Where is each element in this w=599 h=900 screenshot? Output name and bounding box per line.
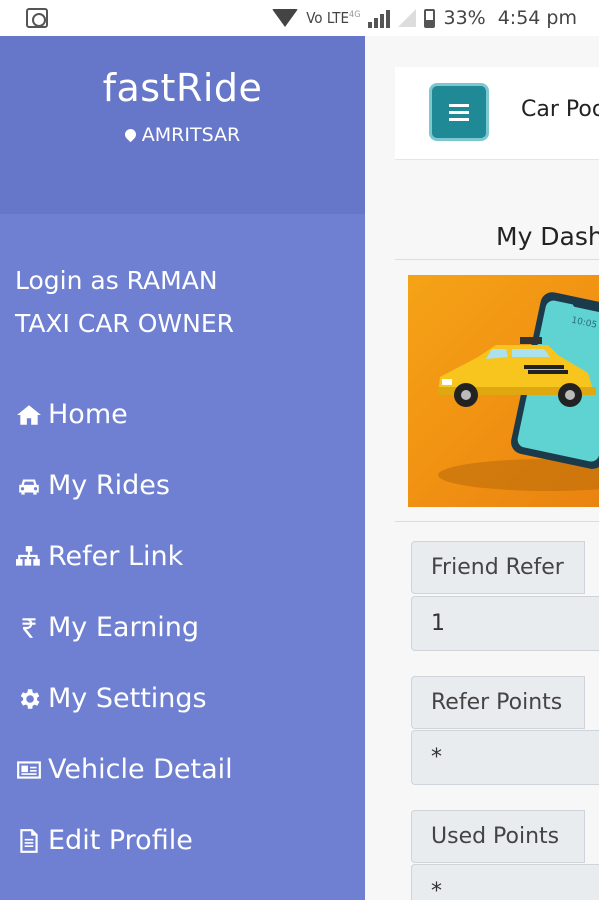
clock: 4:54 pm (497, 7, 577, 29)
dashboard-title: My Dashboard (496, 222, 599, 251)
divider (395, 259, 599, 260)
sidebar-item-my-rides[interactable]: My Rides (0, 450, 365, 521)
login-user: Login as RAMAN (15, 266, 218, 295)
brand-logo: fastRide (102, 66, 263, 110)
location-label: AMRITSAR (141, 124, 241, 146)
sidebar-item-label: Refer Link (48, 541, 184, 572)
sidebar-item-my-earning[interactable]: My Earning (0, 592, 365, 663)
login-info: Login as RAMAN TAXI CAR OWNER (0, 259, 365, 345)
sidebar-item-edit-profile[interactable]: Edit Profile (0, 805, 365, 876)
divider (395, 521, 599, 522)
menu-toggle-button[interactable] (429, 83, 489, 141)
sidebar-item-label: Edit Profile (48, 825, 193, 856)
hamburger-icon (449, 103, 469, 107)
sidebar-item-vehicle-detail[interactable]: Vehicle Detail (0, 734, 365, 805)
volte-indicator: Vo LTE4G (306, 9, 361, 27)
sitemap-icon (14, 542, 44, 572)
sidebar-item-label: My Earning (48, 612, 199, 643)
battery-level: 33% (443, 7, 486, 29)
sidebar-item-refer-link[interactable]: Refer Link (0, 521, 365, 592)
notification-icon (26, 8, 48, 28)
sidebar: fastRide AMRITSAR Login as RAMAN TAXI CA… (0, 36, 365, 900)
car-icon (14, 471, 44, 501)
friend-refer-label: Friend Refer (411, 541, 585, 594)
refer-points-label: Refer Points (411, 676, 585, 729)
sidebar-nav: Home My Rides Refer Link My Earning My S… (0, 379, 365, 876)
header-title: Car Pooling (521, 97, 599, 122)
refer-points-value: * (411, 730, 599, 785)
used-points-value: * (411, 864, 599, 900)
status-bar: Vo LTE4G 33% 4:54 pm (0, 0, 599, 36)
login-role: TAXI CAR OWNER (15, 309, 235, 338)
main-content: Car Pooling My Dashboard 10:05 (365, 36, 599, 900)
sidebar-item-label: My Rides (48, 470, 170, 501)
used-points-label: Used Points (411, 810, 585, 863)
sidebar-item-home[interactable]: Home (0, 379, 365, 450)
gear-icon (14, 684, 44, 714)
friend-refer-value: 1 (411, 596, 599, 651)
signal-empty-icon (398, 9, 417, 27)
battery-icon (424, 8, 436, 28)
location: AMRITSAR (0, 124, 365, 146)
taxi-banner-image: 10:05 (408, 275, 599, 507)
home-icon (14, 400, 44, 430)
sidebar-item-label: Vehicle Detail (48, 754, 233, 785)
sidebar-item-label: Home (48, 399, 128, 430)
wifi-icon (272, 9, 299, 27)
rupee-icon (14, 613, 44, 643)
sidebar-header: fastRide AMRITSAR (0, 36, 365, 214)
sidebar-item-label: My Settings (48, 683, 207, 714)
map-pin-icon (122, 126, 139, 143)
signal-icon (368, 8, 391, 28)
document-icon (14, 826, 44, 856)
top-header-card: Car Pooling (395, 67, 599, 160)
sidebar-item-my-settings[interactable]: My Settings (0, 663, 365, 734)
id-card-icon (14, 755, 44, 785)
